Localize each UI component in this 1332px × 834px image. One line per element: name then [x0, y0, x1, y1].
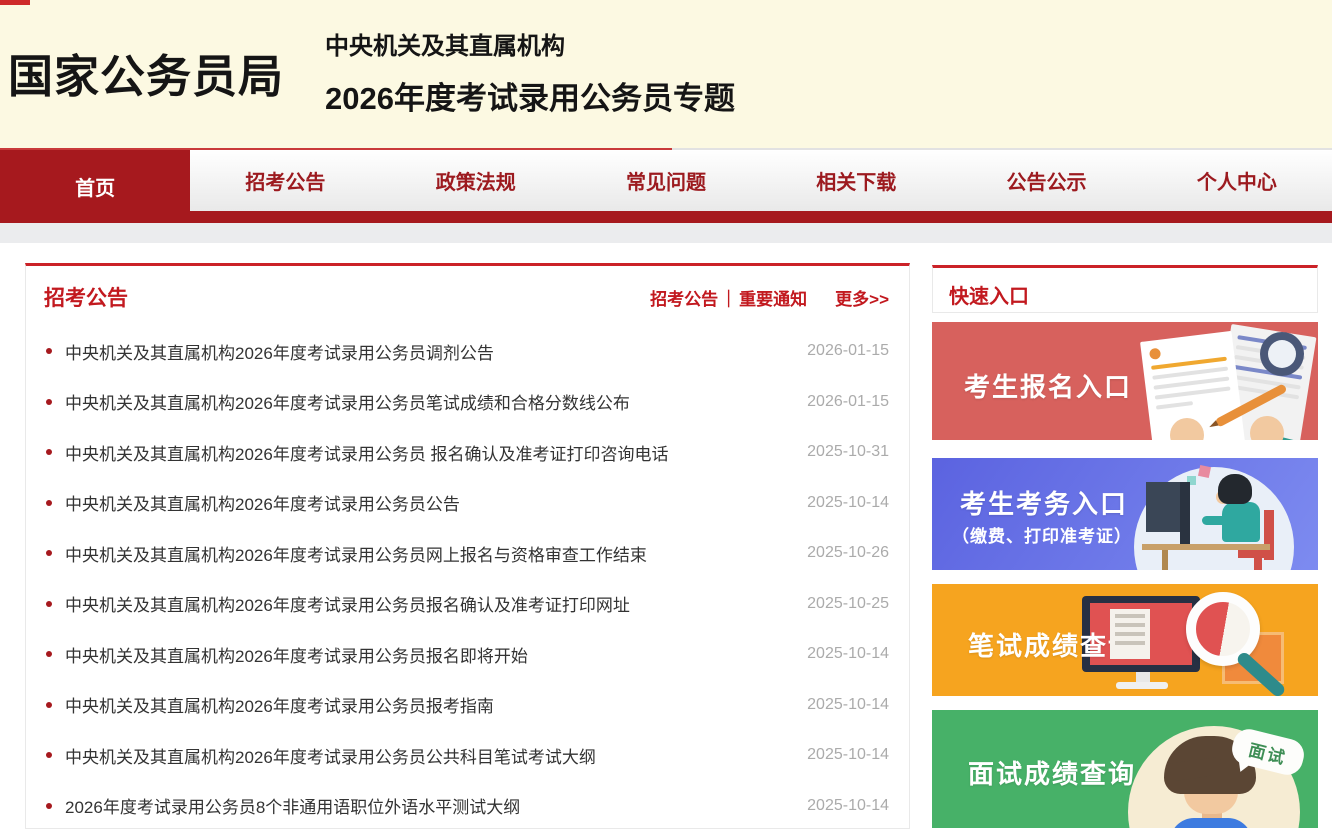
divider-band — [0, 223, 1332, 243]
nav-red-stripe — [0, 211, 1332, 223]
nav-tab-0[interactable]: 首页 — [0, 150, 190, 223]
announcement-date: 2025-10-31 — [807, 443, 889, 461]
card-interview-score-label: 面试成绩查询 — [968, 754, 1136, 791]
announcement-title: 中央机关及其直属机构2026年度考试录用公务员报考指南 — [65, 692, 795, 717]
site-header: 国家公务员局 中央机关及其直属机构 2026年度考试录用公务员专题 — [0, 0, 1332, 148]
red-corner-mark — [0, 0, 30, 5]
announcement-date: 2026-01-15 — [807, 342, 889, 360]
announcement-title: 中央机关及其直属机构2026年度考试录用公务员笔试成绩和合格分数线公布 — [65, 389, 795, 414]
announcement-title: 中央机关及其直属机构2026年度考试录用公务员调剂公告 — [65, 339, 795, 364]
announcement-item[interactable]: 中央机关及其直属机构2026年度考试录用公务员公告 2025-10-14 — [46, 478, 889, 529]
announcement-item[interactable]: 中央机关及其直属机构2026年度考试录用公务员调剂公告 2026-01-15 — [46, 326, 889, 377]
header-subtitle: 中央机关及其直属机构 — [325, 26, 735, 61]
main-content: 招考公告 招考公告 ｜ 重要通知 更多>> 中央机关及其直属机构2026年度考试… — [0, 243, 1332, 834]
announcement-item[interactable]: 中央机关及其直属机构2026年度考试录用公务员公共科目笔试考试大纲 2025-1… — [46, 730, 889, 781]
header-links-divider: ｜ — [720, 285, 737, 310]
announcement-date: 2026-01-15 — [807, 393, 889, 411]
announcement-item[interactable]: 中央机关及其直属机构2026年度考试录用公务员 报名确认及准考证打印咨询电话 2… — [46, 427, 889, 478]
nav-tab-4[interactable]: 相关下载 — [761, 150, 951, 211]
card-registration-entry[interactable]: 考生报名入口 — [932, 322, 1318, 440]
main-nav: 首页 招考公告 政策法规 常见问题 相关下载 公告公示 个人中心 — [0, 150, 1332, 223]
announcement-date: 2025-10-14 — [807, 746, 889, 764]
nav-tab-label: 政策法规 — [436, 166, 516, 195]
bullet-icon — [46, 550, 52, 556]
quick-entry-panel: 快速入口 — [932, 265, 1318, 313]
card-interview-score-query[interactable]: 面试成绩查询 面试 — [932, 710, 1318, 828]
nav-tab-6[interactable]: 个人中心 — [1142, 150, 1332, 211]
announcement-date: 2025-10-14 — [807, 696, 889, 714]
bullet-icon — [46, 449, 52, 455]
card-exam-affairs-sublabel: （缴费、打印准考证） — [952, 522, 1132, 547]
announcement-item[interactable]: 中央机关及其直属机构2026年度考试录用公务员报名即将开始 2025-10-14 — [46, 629, 889, 680]
card-exam-affairs-entry[interactable]: 考生考务入口 （缴费、打印准考证） — [932, 458, 1318, 570]
bullet-icon — [46, 348, 52, 354]
nav-tab-label: 个人中心 — [1197, 166, 1277, 195]
nav-tab-label: 招考公告 — [245, 166, 325, 195]
card-registration-label: 考生报名入口 — [964, 367, 1132, 404]
bullet-icon — [46, 399, 52, 405]
announcement-title: 中央机关及其直属机构2026年度考试录用公务员报名确认及准考证打印网址 — [65, 591, 795, 616]
bullet-icon — [46, 500, 52, 506]
more-link[interactable]: 更多>> — [835, 285, 889, 310]
nav-tab-label: 首页 — [75, 172, 115, 201]
announcements-header-links: 招考公告 ｜ 重要通知 更多>> — [650, 285, 889, 310]
announcement-list: 中央机关及其直属机构2026年度考试录用公务员调剂公告 2026-01-15 中… — [26, 322, 909, 831]
page-title: 2026年度考试录用公务员专题 — [325, 73, 735, 118]
announcement-item[interactable]: 中央机关及其直属机构2026年度考试录用公务员网上报名与资格审查工作结束 202… — [46, 528, 889, 579]
announcement-item[interactable]: 中央机关及其直属机构2026年度考试录用公务员报考指南 2025-10-14 — [46, 680, 889, 731]
quick-entry-title: 快速入口 — [933, 268, 1317, 309]
announcement-item[interactable]: 中央机关及其直属机构2026年度考试录用公务员报名确认及准考证打印网址 2025… — [46, 579, 889, 630]
bullet-icon — [46, 702, 52, 708]
nav-tab-1[interactable]: 招考公告 — [190, 150, 380, 211]
tab-announcements[interactable]: 招考公告 — [650, 285, 718, 310]
card-written-score-query[interactable]: 笔试成绩查询 — [932, 584, 1318, 696]
page-root: 国家公务员局 中央机关及其直属机构 2026年度考试录用公务员专题 首页 招考公… — [0, 0, 1332, 834]
nav-tab-3[interactable]: 常见问题 — [571, 150, 761, 211]
bullet-icon — [46, 752, 52, 758]
header-titles: 中央机关及其直属机构 2026年度考试录用公务员专题 — [325, 26, 735, 118]
announcement-date: 2025-10-14 — [807, 645, 889, 663]
bullet-icon — [46, 601, 52, 607]
announcement-date: 2025-10-26 — [807, 544, 889, 562]
announcement-date: 2025-10-25 — [807, 595, 889, 613]
bullet-icon — [46, 651, 52, 657]
announcements-title: 招考公告 — [44, 282, 128, 312]
bullet-icon — [46, 803, 52, 809]
announcements-panel: 招考公告 招考公告 ｜ 重要通知 更多>> 中央机关及其直属机构2026年度考试… — [25, 263, 910, 829]
nav-tab-2[interactable]: 政策法规 — [381, 150, 571, 211]
card-exam-affairs-label: 考生考务入口 — [960, 484, 1128, 521]
announcement-title: 中央机关及其直属机构2026年度考试录用公务员公共科目笔试考试大纲 — [65, 743, 795, 768]
announcement-item[interactable]: 2026年度考试录用公务员8个非通用语职位外语水平测试大纲 2025-10-14 — [46, 781, 889, 832]
announcement-date: 2025-10-14 — [807, 494, 889, 512]
tab-important-notice[interactable]: 重要通知 — [739, 285, 807, 310]
nav-tab-5[interactable]: 公告公示 — [951, 150, 1141, 211]
nav-tab-label: 公告公示 — [1007, 166, 1087, 195]
announcement-date: 2025-10-14 — [807, 797, 889, 815]
announcements-header: 招考公告 招考公告 ｜ 重要通知 更多>> — [26, 266, 909, 322]
clock-icon — [1260, 332, 1304, 376]
nav-tab-label: 相关下载 — [816, 166, 896, 195]
announcement-item[interactable]: 中央机关及其直属机构2026年度考试录用公务员笔试成绩和合格分数线公布 2026… — [46, 377, 889, 428]
announcement-title: 中央机关及其直属机构2026年度考试录用公务员 报名确认及准考证打印咨询电话 — [65, 440, 795, 465]
announcement-title: 中央机关及其直属机构2026年度考试录用公务员网上报名与资格审查工作结束 — [65, 541, 795, 566]
interview-speech-bubble: 面试 — [1229, 726, 1308, 778]
announcement-title: 中央机关及其直属机构2026年度考试录用公务员公告 — [65, 490, 795, 515]
nav-tab-label: 常见问题 — [626, 166, 706, 195]
announcement-title: 2026年度考试录用公务员8个非通用语职位外语水平测试大纲 — [65, 793, 795, 818]
nav-tabs: 首页 招考公告 政策法规 常见问题 相关下载 公告公示 个人中心 — [0, 150, 1332, 211]
site-logo: 国家公务员局 — [8, 40, 284, 105]
announcement-title: 中央机关及其直属机构2026年度考试录用公务员报名即将开始 — [65, 642, 795, 667]
